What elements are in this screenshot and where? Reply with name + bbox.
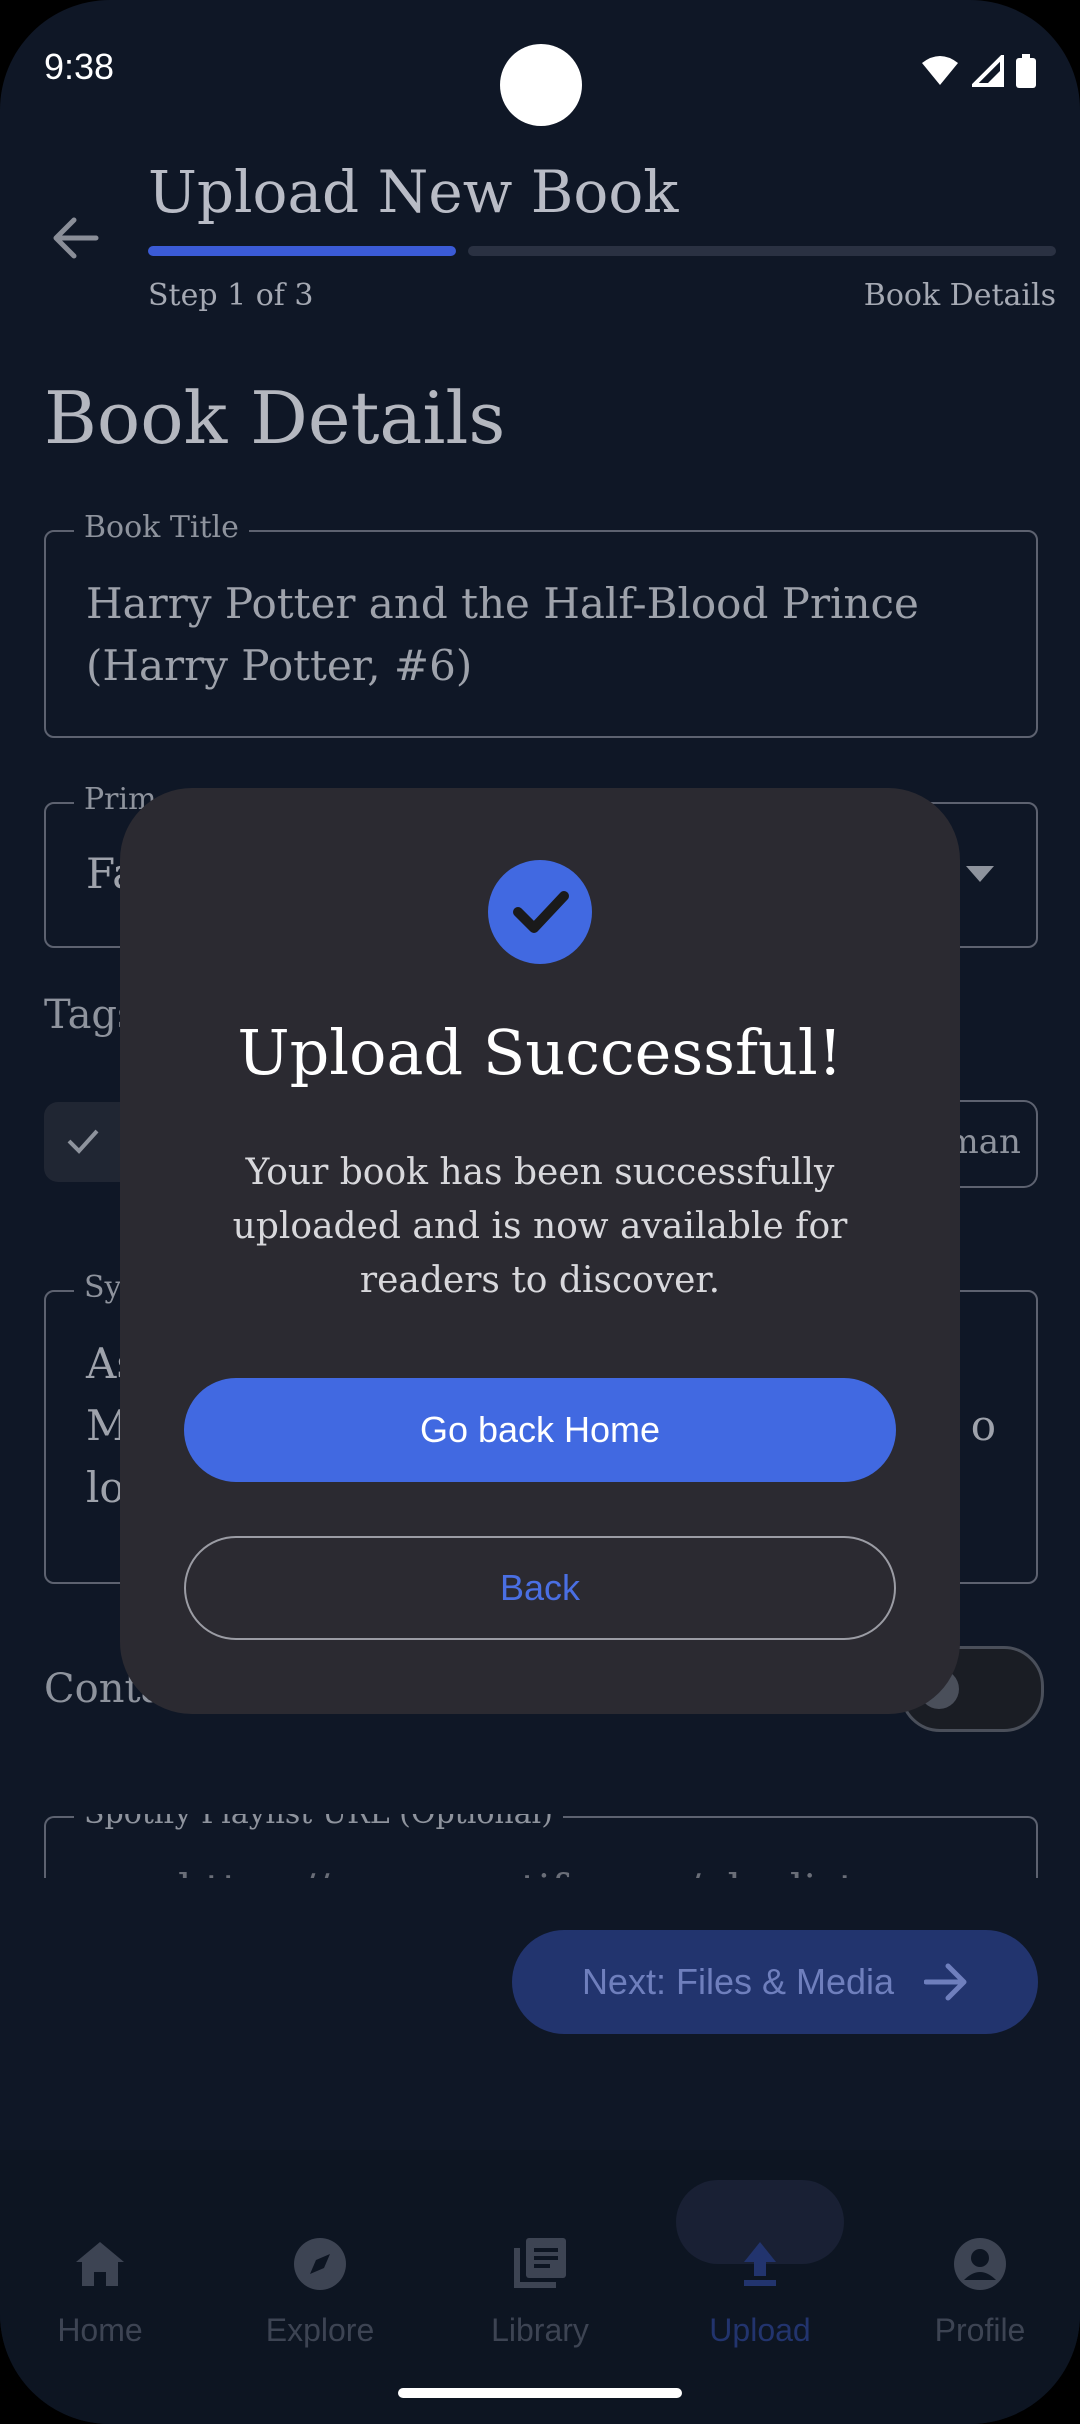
- dialog-message: Your book has been successfully uploaded…: [232, 1152, 848, 1301]
- go-back-home-button[interactable]: Go back Home: [184, 1378, 896, 1482]
- dialog-title: Upload Successful!: [237, 1016, 843, 1089]
- dialog-back-button[interactable]: Back: [184, 1536, 896, 1640]
- success-check-icon: [488, 860, 592, 964]
- device-screen: 9:38 Upload New Book Step 1 of 3 Book De…: [0, 0, 1080, 2424]
- dialog-back-label: Back: [499, 1567, 581, 1608]
- upload-success-dialog: Upload Successful! Your book has been su…: [120, 788, 960, 1714]
- go-back-home-label: Go back Home: [419, 1409, 661, 1450]
